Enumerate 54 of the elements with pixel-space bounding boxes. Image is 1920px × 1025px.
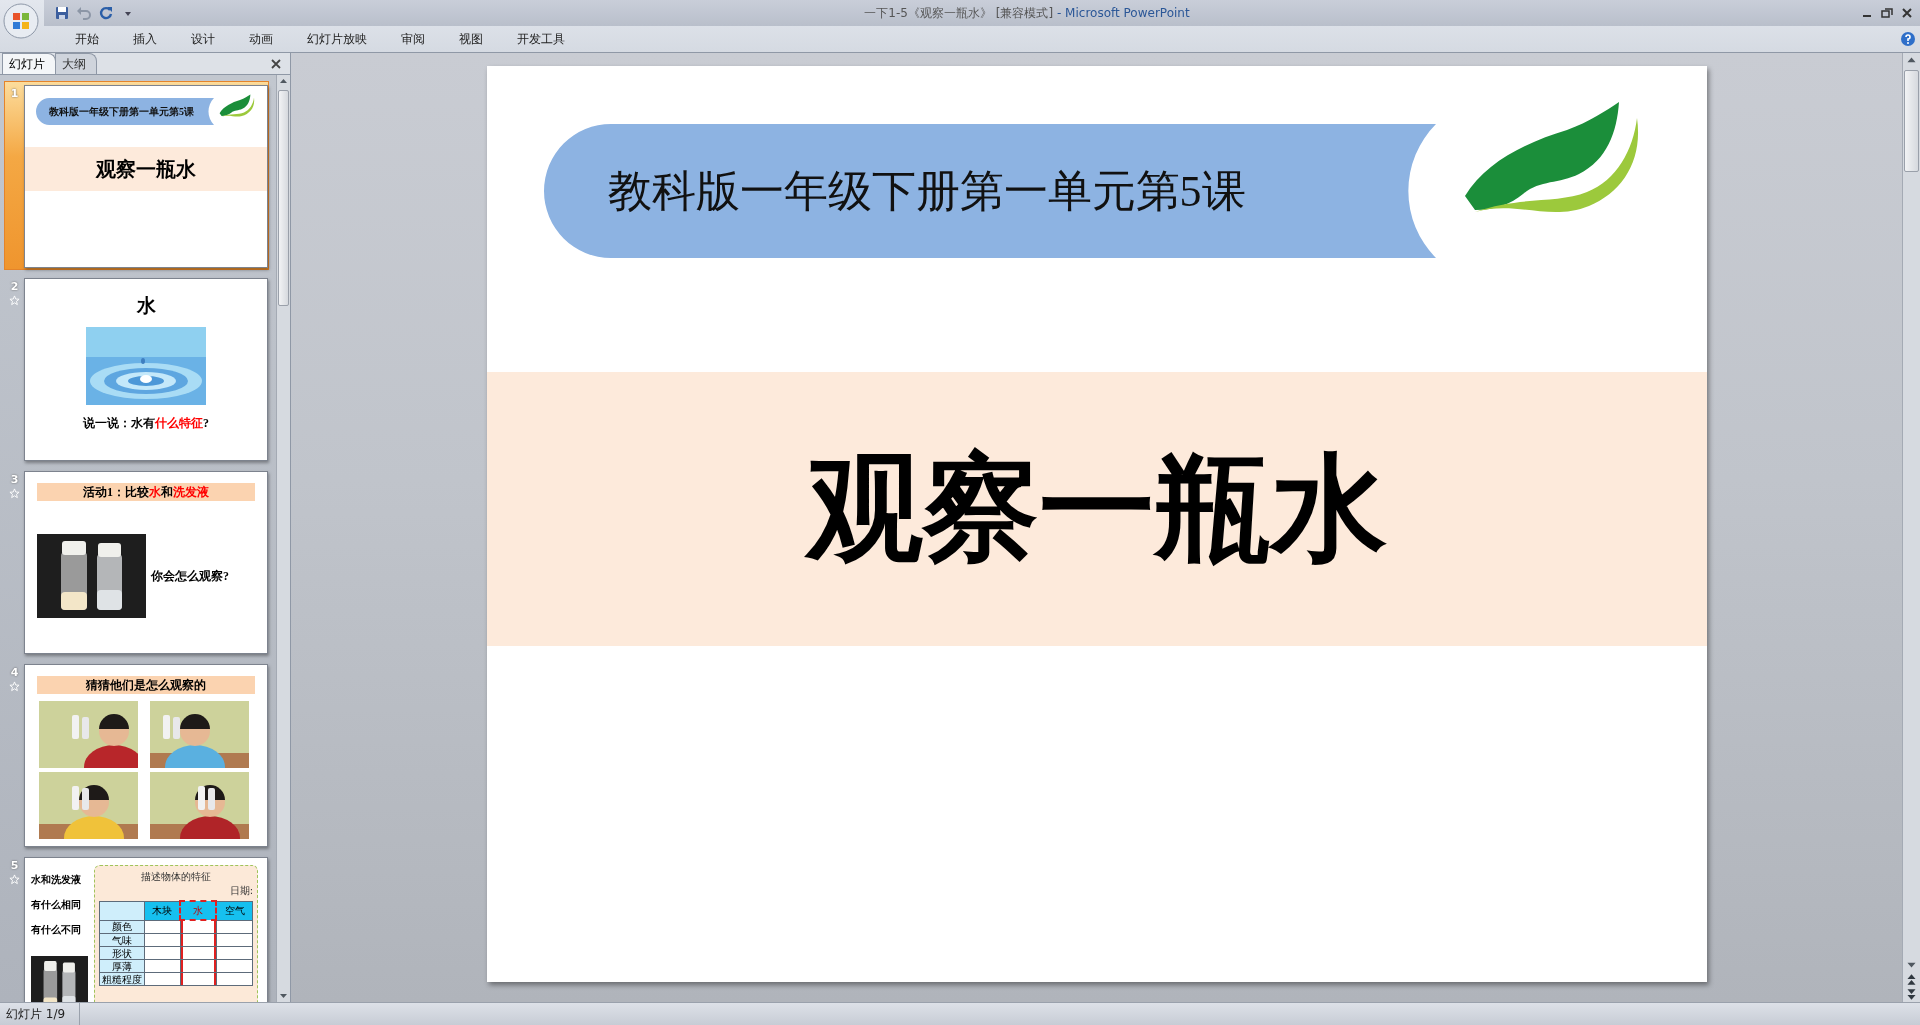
- question-text: 你会怎么观察?: [151, 567, 229, 585]
- slide-number: 5: [10, 859, 19, 872]
- redo-icon[interactable]: [98, 5, 114, 21]
- question-text: 有什么相同: [31, 898, 82, 912]
- thumbnail-item[interactable]: 5 水和洗发液 有什么相同 有什么不同 描述物体的特征 日期: 木块 水 空气 颜色 气味 形状 厚薄 粗糙程度: [4, 853, 269, 1002]
- ribbon-tab[interactable]: 开发工具: [500, 26, 582, 52]
- scroll-thumb[interactable]: [1904, 70, 1919, 172]
- slide-thumbnail[interactable]: 水和洗发液 有什么相同 有什么不同 描述物体的特征 日期: 木块 水 空气 颜色 气味 形状 厚薄 粗糙程度: [24, 857, 268, 1002]
- slide-thumbnail[interactable]: 猜猜他们是怎么观察的: [24, 664, 268, 847]
- panel-tab[interactable]: 幻灯片: [2, 53, 56, 74]
- ribbon-tab[interactable]: 视图: [442, 26, 500, 52]
- close-icon[interactable]: [1900, 6, 1914, 20]
- slide-heading: 水: [135, 294, 157, 318]
- ribbon-tab[interactable]: 动画: [232, 26, 290, 52]
- ribbon-tab[interactable]: 开始: [58, 26, 116, 52]
- thumbnail-item[interactable]: 1 教科版一年级下册第一单元第5课 观察一瓶水: [4, 81, 269, 270]
- close-icon[interactable]: [270, 58, 282, 70]
- column-header: 空气: [216, 901, 253, 920]
- worksheet-title: 描述物体的特征: [140, 870, 212, 884]
- thumbnail-item[interactable]: 3 活动1：比较水和洗发液 你会怎么观察?: [4, 467, 269, 656]
- leaf-logo: [219, 94, 255, 117]
- slide-number: 1: [10, 87, 19, 100]
- slide-position: 幻灯片 1/9: [0, 1003, 81, 1025]
- question-text: 说一说：水有什么特征?: [82, 415, 210, 432]
- slide-heading: 猜猜他们是怎么观察的: [37, 676, 255, 694]
- slide-thumbnail[interactable]: 教科版一年级下册第一单元第5课 观察一瓶水: [24, 85, 268, 268]
- slide-thumbnail[interactable]: 活动1：比较水和洗发液 你会怎么观察?: [24, 471, 268, 654]
- slide-title: 观察一瓶水: [96, 156, 196, 182]
- column-header: 水: [180, 901, 217, 920]
- office-button[interactable]: [3, 3, 39, 39]
- slide-heading: 活动1：比较水和洗发液: [37, 483, 255, 501]
- question-text: 有什么不同: [31, 923, 82, 937]
- restore-icon[interactable]: [1880, 6, 1894, 20]
- help-icon[interactable]: [1900, 31, 1916, 47]
- lesson-label: 教科版一年级下册第一单元第5课: [607, 165, 1246, 218]
- window-title: 一下1-5《观察一瓶水》 [兼容模式] - Microsoft PowerPoint: [863, 4, 1191, 22]
- date-label: 日期:: [228, 884, 253, 898]
- slide-number: 3: [10, 473, 19, 486]
- save-icon[interactable]: [54, 5, 70, 21]
- slide-thumbnail[interactable]: 水 说一说：水有什么特征?: [24, 278, 268, 461]
- slide-number: 2: [10, 280, 19, 293]
- question-text: 水和洗发液: [31, 873, 82, 887]
- slide-number: 4: [10, 666, 19, 679]
- lesson-label: 教科版一年级下册第一单元第5课: [49, 104, 194, 119]
- ribbon-tab[interactable]: 幻灯片放映: [290, 26, 384, 52]
- column-header: 木块: [144, 901, 181, 920]
- ribbon-tab[interactable]: 审阅: [384, 26, 442, 52]
- slide-title: 观察一瓶水: [806, 444, 1387, 575]
- ribbon-tab[interactable]: 插入: [116, 26, 174, 52]
- panel-tab[interactable]: 大纲: [55, 53, 97, 74]
- thumbnail-item[interactable]: 2 水 说一说：水有什么特征?: [4, 274, 269, 463]
- thumbnail-item[interactable]: 4 猜猜他们是怎么观察的: [4, 660, 269, 849]
- ribbon-tab[interactable]: 设计: [174, 26, 232, 52]
- scroll-thumb[interactable]: [278, 90, 289, 306]
